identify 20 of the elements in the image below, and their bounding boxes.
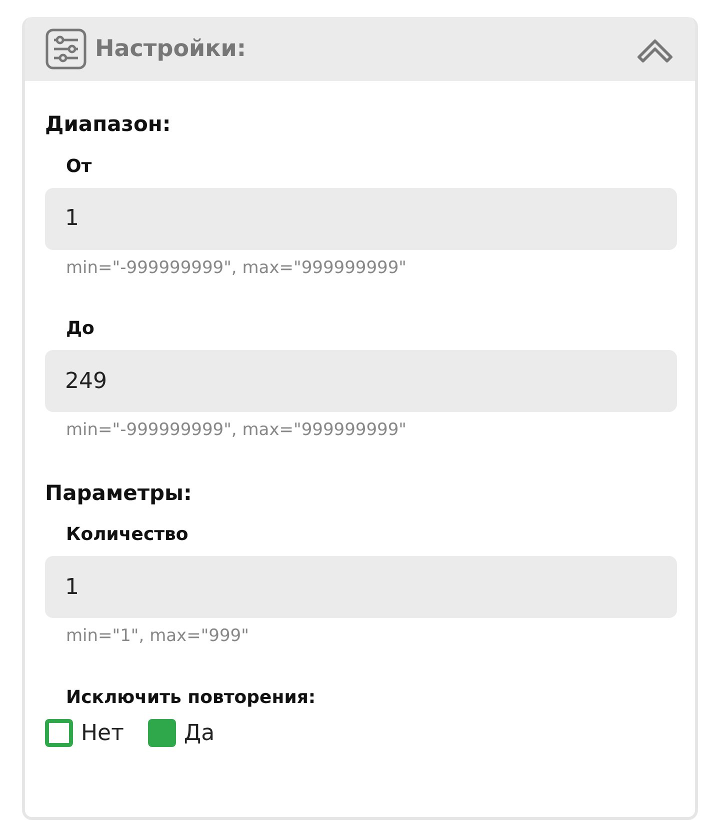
radio-square[interactable] <box>148 719 176 747</box>
panel-title: Настройки: <box>95 34 246 64</box>
field-label: Исключить повторения: <box>66 686 317 710</box>
field-hint: min="1", max="999" <box>66 625 250 648</box>
number-field[interactable]: 1 <box>45 188 677 250</box>
section-title: Диапазон: <box>45 111 172 138</box>
option-label: Да <box>184 720 215 748</box>
field-hint: min="-999999999", max="999999999" <box>66 256 408 280</box>
sliders-icon <box>45 28 87 70</box>
field-hint: min="-999999999", max="999999999" <box>66 419 408 442</box>
number-field[interactable]: 249 <box>45 350 677 412</box>
option-label: Нет <box>81 720 124 748</box>
radio-square[interactable] <box>45 719 73 747</box>
section-title: Параметры: <box>45 480 193 506</box>
field-label: От <box>66 154 93 178</box>
option[interactable]: Да <box>148 716 215 750</box>
field-label: Количество <box>66 523 190 547</box>
field-label: До <box>66 317 96 341</box>
number-field[interactable]: 1 <box>45 556 677 618</box>
option[interactable]: Нет <box>45 716 124 750</box>
